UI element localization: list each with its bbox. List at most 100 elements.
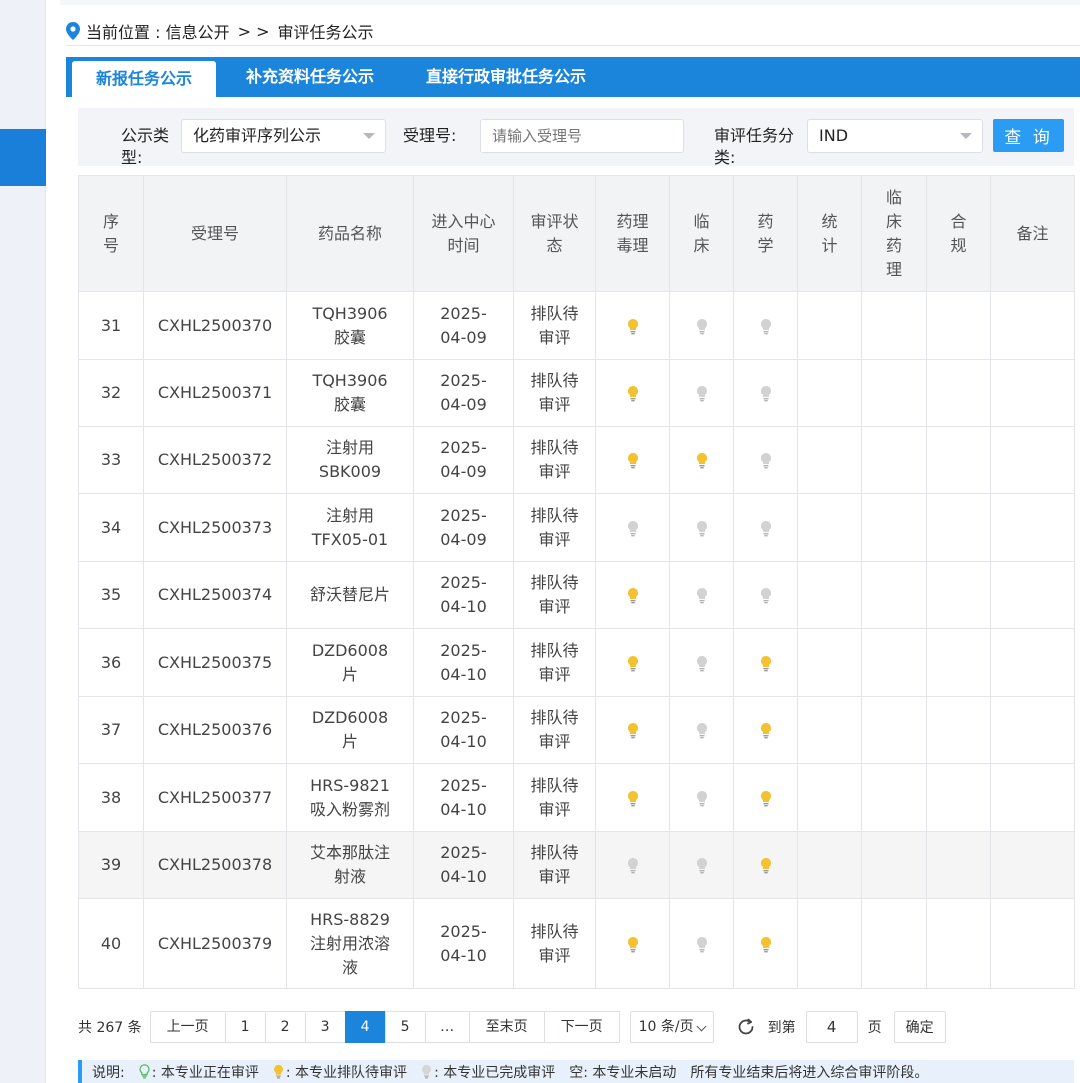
cell-pharmacy (733, 763, 798, 832)
gray-bulb-icon (696, 655, 707, 671)
page-ellipsis[interactable]: … (424, 1011, 470, 1043)
task-type-select[interactable]: IND (807, 119, 983, 153)
table-row: 39 CXHL2500378 艾本那肽注射液 2025-04-10 排队待审评 (78, 831, 1075, 899)
page-size-select[interactable]: 10 条/页 (629, 1011, 714, 1043)
last-page-button[interactable]: 至末页 (468, 1011, 545, 1043)
cell-toxicology (595, 493, 670, 562)
cell-clinical-pharmacology (861, 426, 927, 494)
col-header-status: 审评状态 (513, 175, 596, 292)
page-button-2[interactable]: 2 (264, 1011, 306, 1043)
cell-clinical (669, 493, 734, 562)
page-button-4[interactable]: 4 (344, 1011, 386, 1043)
table-body: 31 CXHL2500370 TQH3906胶囊 2025-04-09 排队待审评 32 C… (78, 291, 1075, 989)
cell-compliance (926, 696, 991, 764)
cell-no: 35 (78, 561, 144, 629)
breadcrumb-separator: > > (237, 21, 270, 41)
yellow-bulb-icon (760, 790, 771, 806)
page-button-3[interactable]: 3 (304, 1011, 346, 1043)
cell-statistics (797, 628, 862, 697)
refresh-icon[interactable] (736, 1017, 756, 1037)
cell-compliance (926, 628, 991, 697)
cell-drug-name: 注射用TFX05-01 (286, 493, 414, 562)
cell-clinical-pharmacology (861, 561, 927, 629)
cell-accept-no: CXHL2500379 (143, 898, 287, 989)
cell-accept-no: CXHL2500373 (143, 493, 287, 562)
gray-bulb-icon (760, 386, 771, 402)
cell-status: 排队待审评 (513, 291, 596, 360)
cell-no: 33 (78, 426, 144, 494)
cell-clinical (669, 561, 734, 629)
next-page-button[interactable]: 下一页 (543, 1011, 620, 1043)
cell-pharmacy (733, 898, 798, 989)
table-row: 34 CXHL2500373 注射用TFX05-01 2025-04-09 排队待审评 (78, 493, 1075, 562)
cell-toxicology (595, 831, 670, 899)
table-row: 32 CXHL2500371 TQH3906胶囊 2025-04-09 排队待审评 (78, 359, 1075, 427)
yellow-bulb-icon (627, 790, 638, 806)
table-row: 38 CXHL2500377 HRS-9821吸入粉雾剂 2025-04-10 排队待审… (78, 763, 1075, 832)
gray-bulb-icon (760, 318, 771, 334)
cell-drug-name: HRS-8829注射用浓溶液 (286, 898, 414, 989)
cell-enter-time: 2025-04-10 (413, 763, 514, 832)
gray-bulb-icon (422, 1064, 431, 1079)
cell-status: 排队待审评 (513, 426, 596, 494)
cell-pharmacy (733, 561, 798, 629)
cell-no: 31 (78, 291, 144, 360)
cell-drug-name: HRS-9821吸入粉雾剂 (286, 763, 414, 832)
type-select[interactable]: 化药审评序列公示 (181, 119, 386, 153)
col-header-statistics: 统计 (797, 175, 862, 292)
gray-bulb-icon (627, 858, 638, 874)
green-bulb-icon (139, 1064, 150, 1079)
cell-statistics (797, 561, 862, 629)
col-header-enter-time: 进入中心时间 (413, 175, 514, 292)
cell-remarks (990, 696, 1075, 764)
cell-clinical-pharmacology (861, 898, 927, 989)
prev-page-button[interactable]: 上一页 (149, 1011, 226, 1043)
cell-clinical (669, 898, 734, 989)
cell-statistics (797, 763, 862, 832)
accept-number-input[interactable] (480, 119, 684, 153)
yellow-bulb-icon (627, 453, 638, 469)
type-label: 公示类型: (121, 126, 170, 167)
cell-enter-time: 2025-04-09 (413, 359, 514, 427)
chevron-down-icon (696, 1021, 707, 1032)
cell-clinical (669, 359, 734, 427)
cell-statistics (797, 291, 862, 360)
cell-statistics (797, 493, 862, 562)
col-header-toxicology: 药理毒理 (595, 175, 670, 292)
table-row: 36 CXHL2500375 DZD6008片 2025-04-10 排队待审评 (78, 628, 1075, 697)
cell-remarks (990, 831, 1075, 899)
cell-statistics (797, 831, 862, 899)
col-header-clinical-pharmacology: 临床药理 (861, 175, 927, 292)
goto-page-input[interactable] (805, 1011, 858, 1043)
cell-toxicology (595, 561, 670, 629)
tab-supplement-task[interactable]: 补充资料任务公示 (246, 57, 374, 97)
breadcrumb-prefix: 当前位置 : 信息公开 (86, 23, 230, 42)
cell-accept-no: CXHL2500375 (143, 628, 287, 697)
page-button-5[interactable]: 5 (384, 1011, 426, 1043)
confirm-button[interactable]: 确定 (893, 1011, 946, 1043)
sidebar-active-item[interactable] (0, 129, 46, 186)
yellow-bulb-icon (273, 1064, 283, 1079)
cell-compliance (926, 763, 991, 832)
cell-clinical-pharmacology (861, 359, 927, 427)
cell-statistics (797, 696, 862, 764)
cell-enter-time: 2025-04-09 (413, 426, 514, 494)
yellow-bulb-icon (627, 936, 638, 952)
tab-direct-approval-task[interactable]: 直接行政审批任务公示 (426, 57, 586, 97)
tab-new-task[interactable]: 新报任务公示 (72, 61, 217, 97)
page-button-1[interactable]: 1 (224, 1011, 266, 1043)
cell-enter-time: 2025-04-10 (413, 561, 514, 629)
cell-enter-time: 2025-04-10 (413, 898, 514, 989)
cell-status: 排队待审评 (513, 898, 596, 989)
cell-pharmacy (733, 831, 798, 899)
cell-drug-name: 注射用SBK009 (286, 426, 414, 494)
table-row: 31 CXHL2500370 TQH3906胶囊 2025-04-09 排队待审评 (78, 291, 1075, 360)
query-button[interactable]: 查 询 (993, 119, 1064, 152)
type-select-value: 化药审评序列公示 (193, 126, 322, 145)
task-table: 序号 受理号 药品名称 进入中心时间 审评状态 药理毒理 临床 药学 统计 临床… (78, 175, 1075, 989)
cell-remarks (990, 493, 1075, 562)
yellow-bulb-icon (760, 655, 771, 671)
goto-label: 到第 (767, 1020, 796, 1036)
cell-drug-name: DZD6008片 (286, 696, 414, 764)
yellow-bulb-icon (627, 723, 638, 739)
